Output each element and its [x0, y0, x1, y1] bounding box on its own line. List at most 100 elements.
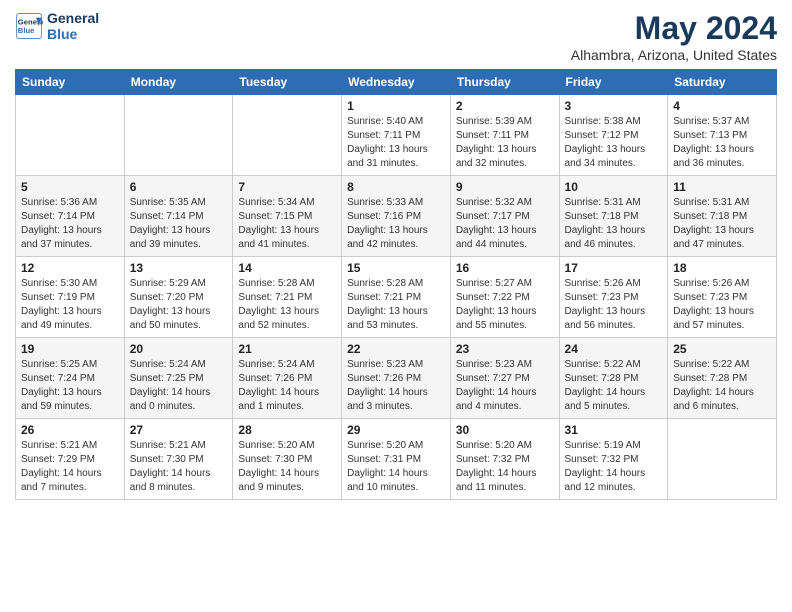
day-number: 31 — [565, 423, 663, 437]
day-info: Sunrise: 5:28 AM Sunset: 7:21 PM Dayligh… — [238, 277, 336, 333]
day-number: 5 — [21, 180, 119, 194]
calendar-cell-w3-d6: 17 Sunrise: 5:26 AM Sunset: 7:23 PM Dayli… — [559, 257, 668, 338]
day-info: Sunrise: 5:20 AM Sunset: 7:31 PM Dayligh… — [347, 439, 445, 495]
calendar-cell-w5-d7 — [668, 419, 777, 500]
day-info: Sunrise: 5:24 AM Sunset: 7:26 PM Dayligh… — [238, 358, 336, 414]
day-info: Sunrise: 5:28 AM Sunset: 7:21 PM Dayligh… — [347, 277, 445, 333]
day-info: Sunrise: 5:26 AM Sunset: 7:23 PM Dayligh… — [673, 277, 771, 333]
svg-text:Blue: Blue — [18, 26, 35, 35]
calendar-cell-w2-d6: 10Sunrise: 5:31 AM Sunset: 7:18 PM Dayli… — [559, 176, 668, 257]
day-number: 6 — [130, 180, 228, 194]
day-info: Sunrise: 5:37 AM Sunset: 7:13 PM Dayligh… — [673, 115, 771, 171]
day-number: 4 — [673, 99, 771, 113]
logo-text: General Blue — [47, 10, 99, 42]
day-number: 14 — [238, 261, 336, 275]
calendar-cell-w1-d5: 2 Sunrise: 5:39 AM Sunset: 7:11 PM Daylig… — [450, 95, 559, 176]
day-info: Sunrise: 5:26 AM Sunset: 7:23 PM Dayligh… — [565, 277, 663, 333]
calendar-cell-w5-d6: 31 Sunrise: 5:19 AM Sunset: 7:32 PM Dayli… — [559, 419, 668, 500]
day-number: 16 — [456, 261, 554, 275]
calendar-cell-w4-d5: 23Sunrise: 5:23 AM Sunset: 7:27 PM Dayli… — [450, 338, 559, 419]
day-info: Sunrise: 5:38 AM Sunset: 7:12 PM Dayligh… — [565, 115, 663, 171]
day-info: Sunrise: 5:27 AM Sunset: 7:22 PM Dayligh… — [456, 277, 554, 333]
calendar-cell-w5-d4: 29 Sunrise: 5:20 AM Sunset: 7:31 PM Dayli… — [342, 419, 451, 500]
header-thursday: Thursday — [450, 70, 559, 95]
day-info: Sunrise: 5:19 AM Sunset: 7:32 PM Dayligh… — [565, 439, 663, 495]
header-saturday: Saturday — [668, 70, 777, 95]
day-info: Sunrise: 5:34 AM Sunset: 7:15 PM Dayligh… — [238, 196, 336, 252]
day-number: 8 — [347, 180, 445, 194]
calendar-cell-w4-d7: 25Sunrise: 5:22 AM Sunset: 7:28 PM Dayli… — [668, 338, 777, 419]
calendar-cell-w1-d1 — [16, 95, 125, 176]
calendar-cell-w1-d4: 1Sunrise: 5:40 AM Sunset: 7:11 PM Daylig… — [342, 95, 451, 176]
day-info: Sunrise: 5:35 AM Sunset: 7:14 PM Dayligh… — [130, 196, 228, 252]
day-number: 19 — [21, 342, 119, 356]
logo-line1: General — [47, 10, 99, 26]
day-info: Sunrise: 5:21 AM Sunset: 7:29 PM Dayligh… — [21, 439, 119, 495]
calendar-cell-w5-d1: 26 Sunrise: 5:21 AM Sunset: 7:29 PM Dayli… — [16, 419, 125, 500]
header-monday: Monday — [124, 70, 233, 95]
calendar-cell-w3-d4: 15 Sunrise: 5:28 AM Sunset: 7:21 PM Dayli… — [342, 257, 451, 338]
calendar-cell-w5-d3: 28Sunrise: 5:20 AM Sunset: 7:30 PM Dayli… — [233, 419, 342, 500]
calendar-cell-w5-d2: 27 Sunrise: 5:21 AM Sunset: 7:30 PM Dayli… — [124, 419, 233, 500]
logo-icon: General Blue — [15, 12, 43, 40]
calendar-cell-w3-d5: 16 Sunrise: 5:27 AM Sunset: 7:22 PM Dayli… — [450, 257, 559, 338]
calendar-cell-w4-d1: 19Sunrise: 5:25 AM Sunset: 7:24 PM Dayli… — [16, 338, 125, 419]
day-number: 24 — [565, 342, 663, 356]
day-number: 22 — [347, 342, 445, 356]
day-number: 30 — [456, 423, 554, 437]
day-number: 21 — [238, 342, 336, 356]
calendar-table: Sunday Monday Tuesday Wednesday Thursday… — [15, 69, 777, 500]
day-number: 3 — [565, 99, 663, 113]
day-info: Sunrise: 5:32 AM Sunset: 7:17 PM Dayligh… — [456, 196, 554, 252]
day-info: Sunrise: 5:21 AM Sunset: 7:30 PM Dayligh… — [130, 439, 228, 495]
calendar-cell-w1-d2 — [124, 95, 233, 176]
header-wednesday: Wednesday — [342, 70, 451, 95]
day-number: 11 — [673, 180, 771, 194]
day-info: Sunrise: 5:30 AM Sunset: 7:19 PM Dayligh… — [21, 277, 119, 333]
day-number: 29 — [347, 423, 445, 437]
day-number: 17 — [565, 261, 663, 275]
header-sunday: Sunday — [16, 70, 125, 95]
day-info: Sunrise: 5:23 AM Sunset: 7:26 PM Dayligh… — [347, 358, 445, 414]
day-number: 27 — [130, 423, 228, 437]
title-section: May 2024 Alhambra, Arizona, United State… — [571, 10, 777, 63]
week-row-5: 26 Sunrise: 5:21 AM Sunset: 7:29 PM Dayli… — [16, 419, 777, 500]
calendar-cell-w2-d1: 5 Sunrise: 5:36 AM Sunset: 7:14 PM Daylig… — [16, 176, 125, 257]
day-info: Sunrise: 5:24 AM Sunset: 7:25 PM Dayligh… — [130, 358, 228, 414]
day-info: Sunrise: 5:22 AM Sunset: 7:28 PM Dayligh… — [565, 358, 663, 414]
calendar-cell-w4-d3: 21 Sunrise: 5:24 AM Sunset: 7:26 PM Dayli… — [233, 338, 342, 419]
calendar-cell-w3-d7: 18 Sunrise: 5:26 AM Sunset: 7:23 PM Dayli… — [668, 257, 777, 338]
day-info: Sunrise: 5:23 AM Sunset: 7:27 PM Dayligh… — [456, 358, 554, 414]
day-number: 2 — [456, 99, 554, 113]
week-row-4: 19Sunrise: 5:25 AM Sunset: 7:24 PM Dayli… — [16, 338, 777, 419]
week-row-3: 12 Sunrise: 5:30 AM Sunset: 7:19 PM Dayli… — [16, 257, 777, 338]
day-info: Sunrise: 5:40 AM Sunset: 7:11 PM Dayligh… — [347, 115, 445, 171]
day-info: Sunrise: 5:39 AM Sunset: 7:11 PM Dayligh… — [456, 115, 554, 171]
header-friday: Friday — [559, 70, 668, 95]
day-number: 7 — [238, 180, 336, 194]
header-tuesday: Tuesday — [233, 70, 342, 95]
day-number: 15 — [347, 261, 445, 275]
day-number: 18 — [673, 261, 771, 275]
day-number: 26 — [21, 423, 119, 437]
day-info: Sunrise: 5:29 AM Sunset: 7:20 PM Dayligh… — [130, 277, 228, 333]
calendar-cell-w5-d5: 30 Sunrise: 5:20 AM Sunset: 7:32 PM Dayli… — [450, 419, 559, 500]
page-container: General Blue General Blue May 2024 Alham… — [0, 0, 792, 510]
day-number: 20 — [130, 342, 228, 356]
calendar-cell-w2-d3: 7 Sunrise: 5:34 AM Sunset: 7:15 PM Daylig… — [233, 176, 342, 257]
calendar-cell-w2-d5: 9 Sunrise: 5:32 AM Sunset: 7:17 PM Daylig… — [450, 176, 559, 257]
day-info: Sunrise: 5:20 AM Sunset: 7:32 PM Dayligh… — [456, 439, 554, 495]
day-info: Sunrise: 5:36 AM Sunset: 7:14 PM Dayligh… — [21, 196, 119, 252]
calendar-cell-w4-d6: 24 Sunrise: 5:22 AM Sunset: 7:28 PM Dayli… — [559, 338, 668, 419]
calendar-cell-w3-d2: 13Sunrise: 5:29 AM Sunset: 7:20 PM Dayli… — [124, 257, 233, 338]
calendar-cell-w1-d6: 3 Sunrise: 5:38 AM Sunset: 7:12 PM Daylig… — [559, 95, 668, 176]
week-row-2: 5 Sunrise: 5:36 AM Sunset: 7:14 PM Daylig… — [16, 176, 777, 257]
logo-line2: Blue — [47, 26, 99, 42]
calendar-cell-w1-d7: 4 Sunrise: 5:37 AM Sunset: 7:13 PM Daylig… — [668, 95, 777, 176]
day-number: 9 — [456, 180, 554, 194]
calendar-cell-w4-d4: 22 Sunrise: 5:23 AM Sunset: 7:26 PM Dayli… — [342, 338, 451, 419]
day-info: Sunrise: 5:33 AM Sunset: 7:16 PM Dayligh… — [347, 196, 445, 252]
day-info: Sunrise: 5:22 AM Sunset: 7:28 PM Dayligh… — [673, 358, 771, 414]
calendar-cell-w2-d2: 6 Sunrise: 5:35 AM Sunset: 7:14 PM Daylig… — [124, 176, 233, 257]
day-number: 12 — [21, 261, 119, 275]
